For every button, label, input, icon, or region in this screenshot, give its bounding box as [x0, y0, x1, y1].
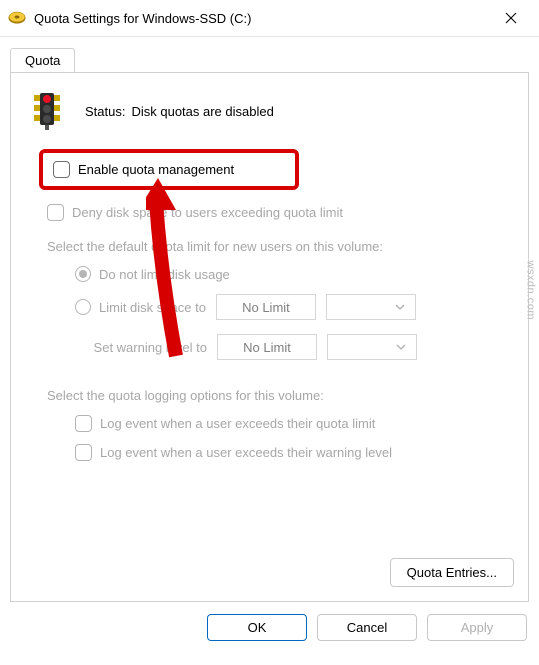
dialog-footer: OK Cancel Apply [0, 602, 539, 641]
window-title: Quota Settings for Windows-SSD (C:) [34, 11, 491, 26]
log-exceed-limit-checkbox[interactable] [75, 415, 92, 432]
log-exceed-warning-label: Log event when a user exceeds their warn… [100, 445, 392, 460]
warning-level-row: Set warning level to No Limit [27, 334, 512, 360]
tab-strip: Quota [0, 37, 539, 72]
watermark: wsxdn.com [525, 260, 537, 320]
radio-no-limit-label: Do not limit disk usage [99, 267, 230, 282]
traffic-light-icon [27, 91, 67, 131]
deny-disk-row: Deny disk space to users exceeding quota… [27, 204, 512, 221]
deny-disk-checkbox[interactable] [47, 204, 64, 221]
limit-radio-group: Do not limit disk usage Limit disk space… [27, 266, 512, 320]
radio-no-limit-row: Do not limit disk usage [75, 266, 512, 282]
tab-quota[interactable]: Quota [10, 48, 75, 73]
radio-limit-to-row: Limit disk space to No Limit [75, 294, 512, 320]
chevron-down-icon [396, 344, 406, 350]
titlebar: Quota Settings for Windows-SSD (C:) [0, 0, 539, 36]
default-limit-desc: Select the default quota limit for new u… [27, 239, 512, 254]
warning-unit-combo[interactable] [327, 334, 417, 360]
status-value: Disk quotas are disabled [131, 104, 273, 119]
close-button[interactable] [491, 0, 531, 36]
logging-options: Log event when a user exceeds their quot… [27, 415, 512, 461]
status-label: Status: [85, 104, 125, 119]
drive-icon [8, 9, 26, 27]
radio-limit-to-label: Limit disk space to [99, 300, 206, 315]
enable-quota-label: Enable quota management [78, 162, 234, 177]
quota-entries-button[interactable]: Quota Entries... [390, 558, 514, 587]
log-exceed-limit-label: Log event when a user exceeds their quot… [100, 416, 375, 431]
status-row: Status: Disk quotas are disabled [27, 91, 512, 131]
apply-button[interactable]: Apply [427, 614, 527, 641]
radio-limit-to[interactable] [75, 299, 91, 315]
enable-quota-checkbox[interactable] [53, 161, 70, 178]
cancel-button[interactable]: Cancel [317, 614, 417, 641]
log-exceed-limit-row: Log event when a user exceeds their quot… [75, 415, 512, 432]
radio-no-limit[interactable] [75, 266, 91, 282]
ok-button[interactable]: OK [207, 614, 307, 641]
close-icon [505, 12, 517, 24]
quota-panel: Status: Disk quotas are disabled Enable … [10, 72, 529, 602]
warning-value-input[interactable]: No Limit [217, 334, 317, 360]
chevron-down-icon [395, 304, 405, 310]
limit-unit-combo[interactable] [326, 294, 416, 320]
log-exceed-warning-row: Log event when a user exceeds their warn… [75, 444, 512, 461]
logging-desc: Select the quota logging options for thi… [27, 388, 512, 403]
warning-level-label: Set warning level to [67, 340, 207, 355]
log-exceed-warning-checkbox[interactable] [75, 444, 92, 461]
enable-quota-highlight: Enable quota management [39, 149, 299, 190]
deny-disk-label: Deny disk space to users exceeding quota… [72, 205, 343, 220]
limit-value-input[interactable]: No Limit [216, 294, 316, 320]
